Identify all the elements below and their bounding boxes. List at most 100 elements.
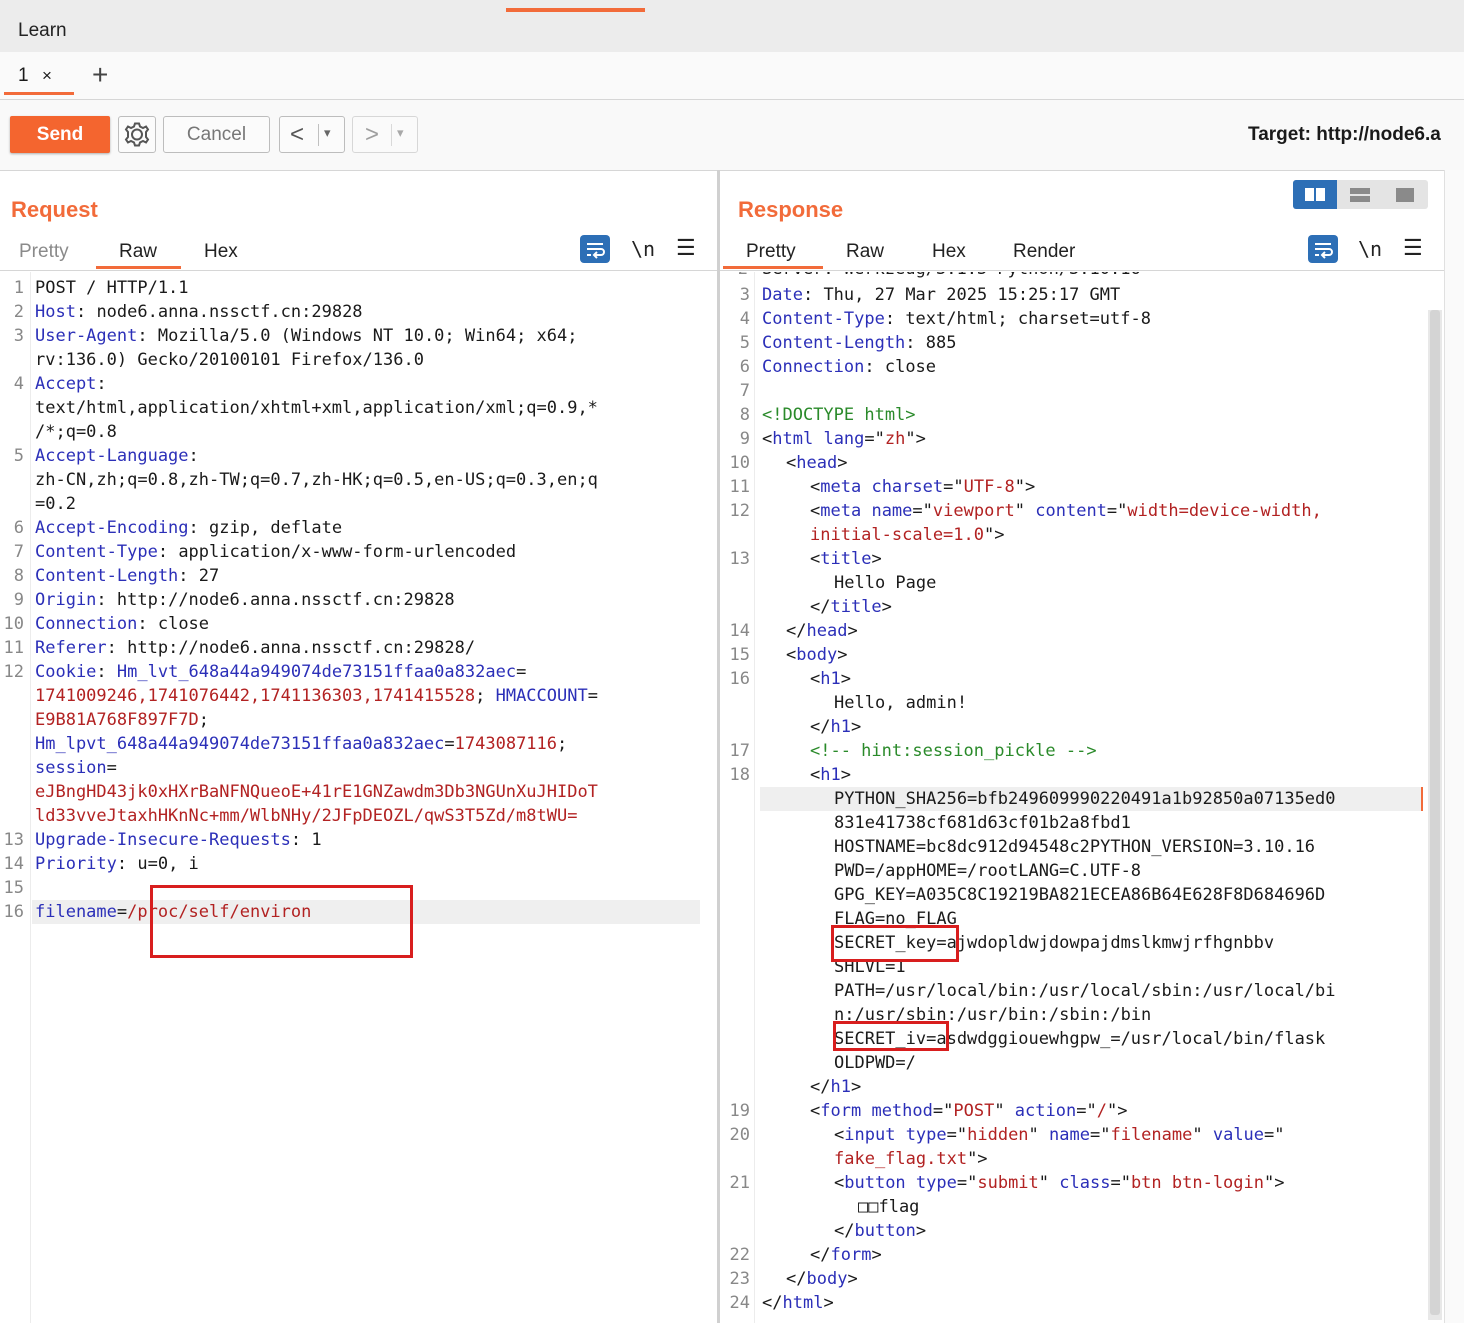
menu-icon[interactable]: ☰ — [1403, 235, 1423, 261]
header-line[interactable]: User-Agent: Mozilla/5.0 (Windows NT 10.0… — [35, 324, 577, 348]
body-close-tag[interactable]: </body> — [786, 1267, 858, 1291]
meta-viewport-continuation[interactable]: initial-scale=1.0"> — [810, 523, 1004, 547]
cookie-line[interactable]: Cookie: Hm_lvt_648a44a949074de73151ffaa0… — [35, 660, 526, 684]
button-close-tag[interactable]: </button> — [834, 1219, 926, 1243]
layout-single-button[interactable] — [1383, 180, 1427, 209]
env-line[interactable]: PYTHON_SHA256=bfb249609990220491a1b92850… — [834, 787, 1336, 811]
meta-viewport-tag[interactable]: <meta name="viewport" content="width=dev… — [810, 499, 1322, 523]
title-open-tag[interactable]: <title> — [810, 547, 882, 571]
tab-raw[interactable]: Raw — [119, 241, 157, 263]
button-text[interactable]: □□flag — [858, 1195, 919, 1219]
tab-hex[interactable]: Hex — [932, 241, 966, 263]
button-open-tag[interactable]: <button type="submit" class="btn btn-log… — [834, 1171, 1284, 1195]
menu-icon[interactable]: ☰ — [676, 235, 696, 261]
header-line[interactable]: Content-Type: application/x-www-form-url… — [35, 540, 516, 564]
env-line[interactable]: PWD=/appHOME=/rootLANG=C.UTF-8 — [834, 859, 1141, 883]
head-close-tag[interactable]: </head> — [786, 619, 858, 643]
header-continuation[interactable]: zh-CN,zh;q=0.8,zh-TW;q=0.7,zh-HK;q=0.5,e… — [35, 468, 598, 492]
html-close-tag[interactable]: </html> — [762, 1291, 834, 1315]
history-forward-button[interactable]: > ▾ — [352, 116, 418, 153]
close-tab-icon[interactable]: × — [42, 66, 52, 86]
title-close-tag[interactable]: </title> — [810, 595, 892, 619]
doctype-line[interactable]: <!DOCTYPE html> — [762, 403, 916, 427]
input-tag-continuation[interactable]: fake_flag.txt"> — [834, 1147, 988, 1171]
attr-value: btn btn-login — [1130, 1173, 1264, 1193]
header-line[interactable]: Origin: http://node6.anna.nssctf.cn:2982… — [35, 588, 455, 612]
history-back-button[interactable]: < ▾ — [279, 116, 345, 153]
cookie-continuation[interactable]: Hm_lpvt_648a44a949074de73151ffaa0a832aec… — [35, 732, 567, 756]
header-key: Connection — [35, 614, 138, 634]
line-number: 8 — [739, 405, 750, 425]
request-tab-1[interactable]: 1 × — [4, 58, 74, 95]
header-continuation[interactable]: text/html,application/xhtml+xml,applicat… — [35, 396, 598, 420]
request-line[interactable]: POST / HTTP/1.1 — [35, 276, 189, 300]
header-line[interactable]: Host: node6.anna.nssctf.cn:29828 — [35, 300, 363, 324]
wrap-lines-button[interactable] — [580, 235, 610, 263]
header-line[interactable]: Date: Thu, 27 Mar 2025 15:25:17 GMT — [762, 283, 1120, 307]
env-line[interactable]: HOSTNAME=bc8dc912d94548c2PYTHON_VERSION=… — [834, 835, 1315, 859]
tab-hex[interactable]: Hex — [204, 241, 238, 263]
header-line[interactable]: Content-Type: text/html; charset=utf-8 — [762, 307, 1151, 331]
html-open-tag[interactable]: <html lang="zh"> — [762, 427, 926, 451]
add-tab-button[interactable]: + — [92, 60, 108, 90]
cookie-continuation[interactable]: eJBngHD43jk0xHXrBaNFNQueoE+41rE1GNZawdm3… — [35, 780, 598, 804]
input-tag[interactable]: <input type="hidden" name="filename" val… — [834, 1123, 1285, 1147]
cookie-continuation[interactable]: 1741009246,1741076442,1741136303,1741415… — [35, 684, 598, 708]
form-open-tag[interactable]: <form method="POST" action="/"> — [810, 1099, 1127, 1123]
line-number: 8 — [13, 566, 24, 586]
cancel-button[interactable]: Cancel — [163, 116, 270, 153]
tab-pretty[interactable]: Pretty — [746, 241, 796, 263]
header-line[interactable]: Content-Length: 27 — [35, 564, 219, 588]
cookie-continuation[interactable]: session= — [35, 756, 117, 780]
header-line[interactable]: Connection: close — [762, 355, 936, 379]
env-line[interactable]: OLDPWD=/ — [834, 1051, 916, 1075]
wrap-lines-button[interactable] — [1308, 235, 1338, 263]
body-open-tag[interactable]: <body> — [786, 643, 847, 667]
header-continuation[interactable]: =0.2 — [35, 492, 76, 516]
header-line[interactable]: Accept: — [35, 372, 107, 396]
learn-menu[interactable]: Learn — [18, 20, 67, 42]
cookie-continuation[interactable]: E9B81A768F897F7D; — [35, 708, 209, 732]
newline-toggle-icon[interactable]: \n — [1358, 237, 1382, 261]
h1-open-tag[interactable]: <h1> — [810, 667, 851, 691]
send-button[interactable]: Send — [10, 116, 110, 153]
chevron-down-icon[interactable]: ▾ — [324, 125, 331, 141]
header-line[interactable]: Accept-Language: — [35, 444, 199, 468]
tab-raw[interactable]: Raw — [846, 241, 884, 263]
tab-render[interactable]: Render — [1013, 241, 1075, 263]
html-comment[interactable]: <!-- hint:session_pickle --> — [810, 739, 1097, 763]
env-line[interactable]: PATH=/usr/local/bin:/usr/local/sbin:/usr… — [834, 979, 1336, 1003]
header-line[interactable]: Accept-Encoding: gzip, deflate — [35, 516, 342, 540]
meta-charset-tag[interactable]: <meta charset="UTF-8"> — [810, 475, 1035, 499]
chevron-down-icon[interactable]: ▾ — [397, 125, 404, 141]
header-line[interactable]: Connection: close — [35, 612, 209, 636]
scrollbar-thumb[interactable] — [1430, 310, 1440, 1315]
layout-side-by-side-button[interactable] — [1293, 180, 1337, 209]
pane-divider[interactable] — [717, 170, 720, 1323]
newline-toggle-icon[interactable]: \n — [631, 237, 655, 261]
request-title: Request — [11, 197, 98, 222]
header-line[interactable]: Upgrade-Insecure-Requests: 1 — [35, 828, 322, 852]
cookie-continuation[interactable]: ld33vveJtaxhHKnNc+mm/WlbNHy/2JFpDEOZL/qw… — [35, 804, 577, 828]
header-line[interactable]: Priority: u=0, i — [35, 852, 199, 876]
form-close-tag[interactable]: </form> — [810, 1243, 882, 1267]
line-number: 1 — [13, 278, 24, 298]
h1-open-tag[interactable]: <h1> — [810, 763, 851, 787]
title-text[interactable]: Hello Page — [834, 571, 936, 595]
settings-button[interactable] — [118, 116, 156, 153]
header-value: node6.anna.nssctf.cn:29828 — [86, 302, 363, 322]
header-continuation[interactable]: rv:136.0) Gecko/20100101 Firefox/136.0 — [35, 348, 424, 372]
header-continuation[interactable]: /*;q=0.8 — [35, 420, 117, 444]
vertical-scrollbar[interactable] — [1428, 310, 1442, 1320]
h1-close-tag[interactable]: </h1> — [810, 1075, 861, 1099]
head-open-tag[interactable]: <head> — [786, 451, 847, 475]
header-line[interactable]: Referer: http://node6.anna.nssctf.cn:298… — [35, 636, 475, 660]
env-line[interactable]: 831e41738cf681d63cf01b2a8fbd1 — [834, 811, 1131, 835]
env-line[interactable]: GPG_KEY=A035C8C19219BA821ECEA86B64E628F8… — [834, 883, 1325, 907]
tab-pretty[interactable]: Pretty — [19, 241, 69, 263]
header-line[interactable]: Content-Length: 885 — [762, 331, 957, 355]
layout-stacked-button[interactable] — [1338, 180, 1382, 209]
h1-close-tag[interactable]: </h1> — [810, 715, 861, 739]
target-label[interactable]: Target: http://node6.a — [1248, 124, 1441, 146]
h1-text[interactable]: Hello, admin! — [834, 691, 967, 715]
